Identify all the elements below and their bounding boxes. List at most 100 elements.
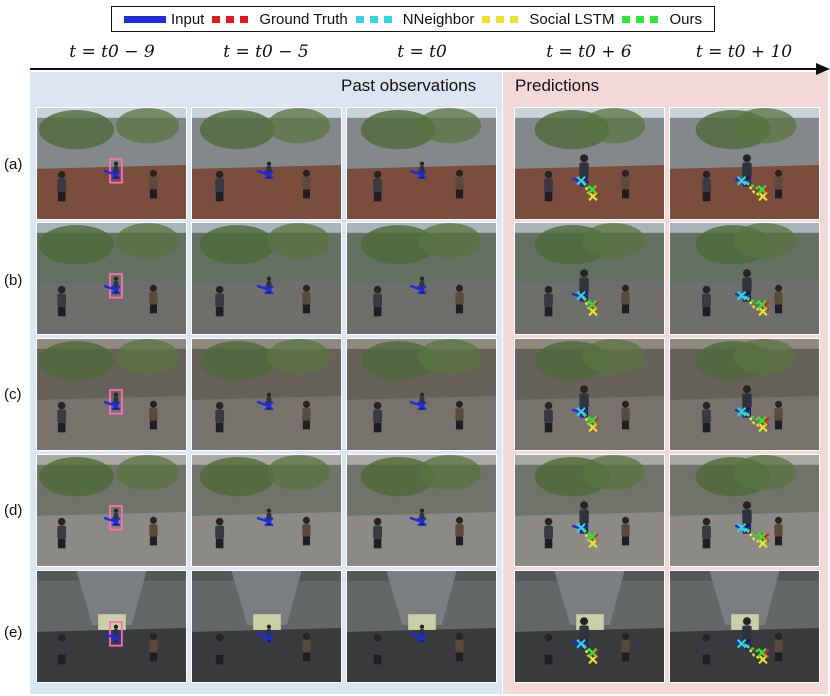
predictions-label: Predictions xyxy=(515,76,600,95)
legend-label: Ground Truth xyxy=(259,10,348,28)
time-label: t = t0 − 5 xyxy=(223,42,309,62)
pedestrian-head xyxy=(302,284,311,292)
pedestrian-body xyxy=(149,640,158,653)
frame-scene xyxy=(515,455,664,566)
pedestrian-body xyxy=(373,641,383,655)
pedestrian-head xyxy=(702,517,711,526)
video-frame xyxy=(669,454,820,567)
pedestrian-head xyxy=(149,516,157,524)
pedestrian-head xyxy=(57,170,66,179)
pedestrian-head xyxy=(580,385,589,394)
pedestrian-body xyxy=(215,641,225,655)
pedestrian-head xyxy=(373,517,382,526)
frame-scene xyxy=(37,339,186,450)
frame-scene xyxy=(515,571,664,682)
pedestrian-body xyxy=(149,408,158,421)
pedestrian-legs xyxy=(302,420,311,430)
pedestrian-head xyxy=(419,508,425,513)
pedestrian-body xyxy=(302,292,311,305)
video-frame xyxy=(346,107,497,220)
pedestrian-body xyxy=(742,509,752,524)
legend-item-ours: Ours xyxy=(622,11,702,28)
row-label: (b) xyxy=(4,272,23,289)
video-frame xyxy=(346,454,497,567)
tree-foliage xyxy=(199,224,275,265)
pedestrian-head xyxy=(580,154,589,163)
legend-item-social-lstm: Social LSTM xyxy=(482,11,614,28)
pedestrian-body xyxy=(149,292,158,305)
pedestrian-head xyxy=(419,392,425,397)
video-frame xyxy=(191,454,342,567)
tree-foliage xyxy=(418,339,482,375)
pedestrian-head xyxy=(149,632,157,640)
pedestrian-body xyxy=(544,178,553,192)
pedestrian-body xyxy=(702,409,711,423)
frame-scene xyxy=(670,571,819,682)
pedestrian-legs xyxy=(455,420,464,430)
tree-foliage xyxy=(38,340,114,381)
pedestrian-legs xyxy=(149,652,157,662)
pedestrian-head xyxy=(621,400,630,408)
video-frame xyxy=(514,570,665,683)
pedestrian-legs xyxy=(544,191,553,202)
frame-scene xyxy=(192,223,341,334)
pedestrian-body xyxy=(302,408,311,421)
pedestrian-head xyxy=(544,170,553,179)
video-frame xyxy=(36,222,187,335)
pedestrian-body xyxy=(774,177,783,190)
pedestrian-legs xyxy=(149,420,157,430)
pedestrian-head xyxy=(266,161,272,166)
pedestrian-body xyxy=(742,625,752,640)
pedestrian-legs xyxy=(149,189,157,199)
pedestrian-head xyxy=(419,624,425,629)
pedestrian-head xyxy=(266,392,272,397)
pedestrian-legs xyxy=(373,654,382,665)
pedestrian-head xyxy=(774,400,783,408)
pedestrian-legs xyxy=(621,304,630,314)
tree-foliage xyxy=(38,224,114,265)
pedestrian-body xyxy=(774,292,783,305)
pedestrian-legs xyxy=(455,304,464,314)
pedestrian-head xyxy=(266,624,272,629)
pedestrian-body xyxy=(149,524,158,537)
frame-scene xyxy=(347,223,496,334)
pedestrian-legs xyxy=(57,306,66,317)
pedestrian-legs xyxy=(57,191,66,202)
pedestrian-body xyxy=(579,277,589,292)
video-frame xyxy=(346,338,497,451)
video-frame xyxy=(191,222,342,335)
pedestrian-head xyxy=(455,516,464,524)
frame-scene xyxy=(192,339,341,450)
video-frame xyxy=(346,570,497,683)
pedestrian-head xyxy=(580,617,589,626)
pedestrian-legs xyxy=(373,306,382,317)
pedestrian-head xyxy=(544,633,553,642)
pedestrian-head xyxy=(455,284,464,292)
past-observations-label: Past observations xyxy=(341,76,477,95)
pedestrian-legs xyxy=(621,536,630,546)
pedestrian-body xyxy=(702,293,711,307)
frame-scene xyxy=(670,223,819,334)
frame-scene xyxy=(37,108,186,219)
pedestrian-head xyxy=(580,501,589,510)
pedestrian-legs xyxy=(702,422,711,433)
pedestrian-head xyxy=(266,276,272,281)
legend-label: Input xyxy=(170,10,205,28)
video-frame xyxy=(36,570,187,683)
pedestrian-head xyxy=(702,285,711,294)
pedestrian-head xyxy=(742,385,751,394)
pedestrian-legs xyxy=(373,422,382,433)
pedestrian-head xyxy=(621,632,630,640)
frame-scene xyxy=(347,108,496,219)
pedestrian-body xyxy=(544,641,553,655)
legend-swatch xyxy=(355,15,398,23)
pedestrian-body xyxy=(702,641,711,655)
pedestrian-legs xyxy=(544,538,553,549)
video-frame xyxy=(514,222,665,335)
frame-scene xyxy=(192,455,341,566)
pedestrian-body xyxy=(579,162,589,177)
pedestrian-body xyxy=(621,292,630,305)
pedestrian-head xyxy=(373,285,382,294)
tree-foliage xyxy=(733,339,797,375)
pedestrian-head xyxy=(57,633,66,642)
